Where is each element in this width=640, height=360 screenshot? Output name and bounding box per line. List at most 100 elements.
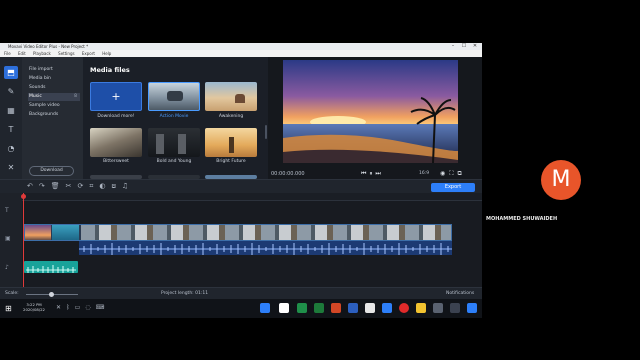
stickers-icon[interactable]: ◔ bbox=[4, 142, 18, 155]
playback-controls: ⏮⏸⏭ bbox=[361, 170, 384, 178]
crop-icon[interactable]: ⌗ bbox=[89, 182, 99, 190]
menu-help[interactable]: Help bbox=[102, 51, 111, 56]
menu-settings[interactable]: Settings bbox=[58, 51, 74, 56]
mute-icon[interactable]: ✕ bbox=[56, 304, 66, 311]
more-tools-icon[interactable]: ✕ bbox=[4, 161, 18, 174]
participant-avatar: M bbox=[541, 160, 581, 200]
maximize-button[interactable]: ☐ bbox=[459, 43, 469, 50]
timeline-tools: ↶↷🗑✂⟳⌗◐⧈♫ bbox=[27, 182, 134, 191]
app-taskbar-icon[interactable] bbox=[450, 303, 460, 313]
aspect-ratio-select[interactable]: 16:9 bbox=[419, 171, 429, 176]
music-track-icon[interactable]: ♪ bbox=[5, 264, 9, 271]
titles-icon[interactable]: T bbox=[4, 123, 18, 136]
undo-icon[interactable]: ↶ bbox=[27, 182, 39, 190]
clip-thumb-strip bbox=[81, 225, 451, 240]
sheets-taskbar-icon[interactable] bbox=[297, 303, 307, 313]
audio-icon[interactable]: ♫ bbox=[122, 182, 134, 190]
category-sample-video[interactable]: Sample video bbox=[28, 102, 80, 110]
clip-thumb bbox=[25, 225, 51, 240]
category-file-import[interactable]: File import bbox=[28, 66, 80, 74]
thumb-figure bbox=[167, 91, 183, 101]
delete-icon[interactable]: 🗑 bbox=[51, 182, 66, 190]
minimize-button[interactable]: – bbox=[448, 43, 458, 50]
export-button[interactable]: Export bbox=[431, 183, 475, 192]
menu-file[interactable]: File bbox=[4, 51, 11, 56]
close-window-button[interactable]: ✕ bbox=[470, 43, 480, 50]
window-title: Movavi Video Editor Plus - New Project * bbox=[8, 44, 89, 49]
media-thumb-action-movie[interactable] bbox=[148, 82, 200, 111]
audio-waveform-track[interactable] bbox=[79, 241, 452, 255]
notifications-link[interactable]: Notifications bbox=[446, 291, 474, 296]
import-icon[interactable]: ⬒ bbox=[4, 66, 18, 79]
timeline-ruler[interactable] bbox=[22, 193, 482, 201]
network-icon[interactable]: ◌ bbox=[85, 304, 95, 311]
download-button[interactable]: Download bbox=[29, 166, 74, 176]
powerpoint-taskbar-icon[interactable] bbox=[331, 303, 341, 313]
media-label: Download more! bbox=[97, 114, 135, 119]
music-waveform bbox=[26, 265, 76, 273]
scale-slider-handle[interactable] bbox=[49, 292, 54, 297]
redo-icon[interactable]: ↷ bbox=[39, 182, 51, 190]
mail-taskbar-icon[interactable] bbox=[382, 303, 392, 313]
waveform bbox=[79, 243, 452, 255]
volume-icon[interactable]: ◉ bbox=[440, 170, 449, 177]
media-label: Bold and Young bbox=[156, 159, 192, 164]
clock-date: 2020/08/22 bbox=[23, 307, 45, 312]
windows-taskbar-icon[interactable] bbox=[467, 303, 477, 313]
music-clip[interactable] bbox=[24, 261, 78, 273]
video-track-icon[interactable]: ▣ bbox=[5, 235, 11, 242]
title-bar: Movavi Video Editor Plus - New Project *… bbox=[0, 43, 482, 50]
folder-taskbar-icon[interactable] bbox=[416, 303, 426, 313]
media-thumb-bright-future[interactable] bbox=[205, 128, 257, 157]
media-thumb-bold-and-young[interactable] bbox=[148, 128, 200, 157]
category-list: File import Media bin Sounds Music 8 Samp… bbox=[22, 57, 83, 179]
transition-icon[interactable]: ⧈ bbox=[111, 182, 121, 190]
taskbar-clock[interactable]: 3:22 PM 2020/08/22 bbox=[23, 302, 45, 312]
menu-bar: File Edit Playback Settings Export Help bbox=[0, 50, 482, 57]
category-backgrounds[interactable]: Backgrounds bbox=[28, 111, 80, 119]
media-thumb-awakening[interactable] bbox=[205, 82, 257, 111]
title-track-icon[interactable]: T bbox=[5, 207, 9, 214]
download-more-tile[interactable]: + bbox=[90, 82, 142, 111]
excel-taskbar-icon[interactable] bbox=[314, 303, 324, 313]
movavi-taskbar-icon[interactable] bbox=[260, 303, 270, 313]
keyboard-icon[interactable]: ⌨ bbox=[96, 304, 110, 311]
media-label: Awakening bbox=[218, 114, 244, 119]
app-taskbar-icon[interactable] bbox=[279, 303, 289, 313]
preview-timecode: 00:00:00.000 bbox=[271, 171, 305, 177]
files-taskbar-icon[interactable] bbox=[365, 303, 375, 313]
track-headers: T ▣ ♪ bbox=[0, 193, 22, 287]
filters-icon[interactable]: ▦ bbox=[4, 104, 18, 117]
media-title: Media files bbox=[90, 66, 130, 74]
word-taskbar-icon[interactable] bbox=[348, 303, 358, 313]
settings-taskbar-icon[interactable] bbox=[433, 303, 443, 313]
battery-icon[interactable]: ▭ bbox=[75, 304, 86, 311]
thumb-figure bbox=[229, 137, 234, 153]
preview-video[interactable] bbox=[283, 60, 458, 163]
category-music[interactable]: Music 8 bbox=[28, 93, 80, 101]
windows-start-icon[interactable]: ⊞ bbox=[5, 304, 12, 313]
category-sounds[interactable]: Sounds bbox=[28, 84, 80, 92]
menu-edit[interactable]: Edit bbox=[18, 51, 26, 56]
menu-export[interactable]: Export bbox=[82, 51, 95, 56]
bluetooth-icon[interactable]: ᛒ bbox=[66, 304, 75, 311]
magic-wand-icon[interactable]: ✎ bbox=[4, 85, 18, 98]
preview-extra-controls: ◉⛶⧉ bbox=[440, 170, 466, 178]
video-track-clip[interactable] bbox=[24, 224, 452, 241]
opera-taskbar-icon[interactable] bbox=[399, 303, 409, 313]
next-frame-icon[interactable]: ⏭ bbox=[375, 170, 383, 177]
scale-label: Scale: bbox=[5, 291, 19, 296]
category-media-bin[interactable]: Media bin bbox=[28, 75, 80, 83]
playhead-handle[interactable] bbox=[21, 194, 26, 199]
media-scrollbar[interactable] bbox=[265, 125, 267, 139]
music-count-badge: 8 bbox=[74, 94, 77, 99]
playhead[interactable] bbox=[23, 193, 24, 287]
color-icon[interactable]: ◐ bbox=[99, 182, 111, 190]
detach-icon[interactable]: ⧉ bbox=[457, 170, 465, 177]
menu-playback[interactable]: Playback bbox=[33, 51, 51, 56]
cut-icon[interactable]: ✂ bbox=[66, 182, 78, 190]
participant-name: MOHAMMED SHUWAIDEH bbox=[486, 216, 558, 222]
thumb-figure bbox=[235, 94, 245, 103]
rotate-icon[interactable]: ⟳ bbox=[78, 182, 90, 190]
media-thumb-bittersweet[interactable] bbox=[90, 128, 142, 157]
